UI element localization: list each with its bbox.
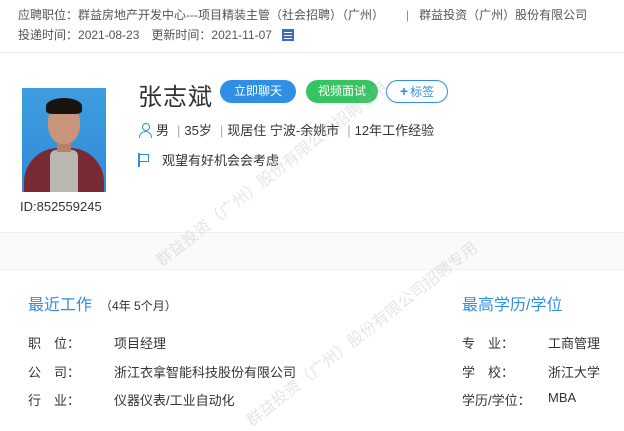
- gender: 男: [156, 123, 170, 138]
- recent-work-title: 最近工作 （4年 5个月）: [28, 291, 177, 315]
- job-info-header: 应聘职位：群益房地产开发中心---项目精装主管（社会招聘）（广州） | 群益投资（广…: [0, 0, 624, 53]
- job-status: 观望有好机会会考虑: [162, 153, 280, 168]
- candidate-id: ID:852559245: [20, 199, 102, 214]
- video-interview-button[interactable]: 视频面试: [306, 80, 378, 103]
- calendar-icon[interactable]: [281, 29, 294, 41]
- job-label: 应聘职位：: [18, 8, 79, 22]
- company-name[interactable]: 群益投资（广州）股份有限公司: [419, 6, 587, 23]
- avatar: [22, 88, 106, 192]
- plus-icon: +: [399, 83, 409, 99]
- edu-value-major: 工商管理: [548, 336, 601, 351]
- header-separator: |: [406, 8, 410, 22]
- work-label-position: 职 位：: [28, 336, 81, 351]
- updated-label: 更新时间：: [151, 28, 212, 42]
- edu-label-school: 学 校：: [462, 365, 515, 380]
- education-title: 最高学历/学位: [462, 297, 563, 314]
- work-label-industry: 行 业：: [28, 393, 81, 408]
- edu-value-school: 浙江大学: [548, 365, 601, 380]
- updated-date: 2021-11-07: [211, 28, 272, 42]
- delivered-date: 2021-08-23: [78, 28, 140, 42]
- job-status-row: 观望有好机会会考虑: [138, 150, 279, 169]
- work-duration: （4年 5个月）: [100, 299, 177, 313]
- work-label-company: 公 司：: [28, 365, 81, 380]
- job-info-line: 应聘职位：群益房地产开发中心---项目精装主管（社会招聘）（广州） | 群益投资（广…: [18, 6, 587, 23]
- time-info-line: 投递时间：2021-08-23 更新时间：2021-11-07: [18, 26, 294, 43]
- section-divider: [0, 232, 624, 270]
- delivered-label: 投递时间：: [18, 28, 79, 42]
- tag-button-label: 标签: [410, 85, 435, 99]
- chat-now-button[interactable]: 立即聊天: [220, 80, 296, 103]
- person-icon: [138, 123, 152, 138]
- recent-work-heading: 最近工作: [28, 297, 93, 314]
- flag-icon: [138, 153, 150, 167]
- work-value-industry: 仪器仪表/工业自动化: [114, 393, 235, 408]
- edu-value-degree: MBA: [548, 390, 577, 405]
- residence: 现居住 宁波-余姚市: [227, 123, 340, 138]
- experience: 12年工作经验: [354, 123, 435, 138]
- age: 35岁: [184, 123, 212, 138]
- edu-label-degree: 学历/学位：: [462, 393, 531, 408]
- edu-label-major: 专 业：: [462, 336, 515, 351]
- work-value-position: 项目经理: [114, 336, 167, 351]
- work-value-company: 浙江衣拿智能科技股份有限公司: [114, 365, 297, 380]
- add-tag-button[interactable]: + 标签: [386, 80, 448, 103]
- basic-info-row: 男 | 35岁 | 现居住 宁波-余姚市 | 12年工作经验: [138, 120, 438, 139]
- job-title[interactable]: 群益房地产开发中心---项目精装主管（社会招聘）（广州）: [78, 6, 384, 23]
- candidate-name: 张志斌: [138, 84, 213, 111]
